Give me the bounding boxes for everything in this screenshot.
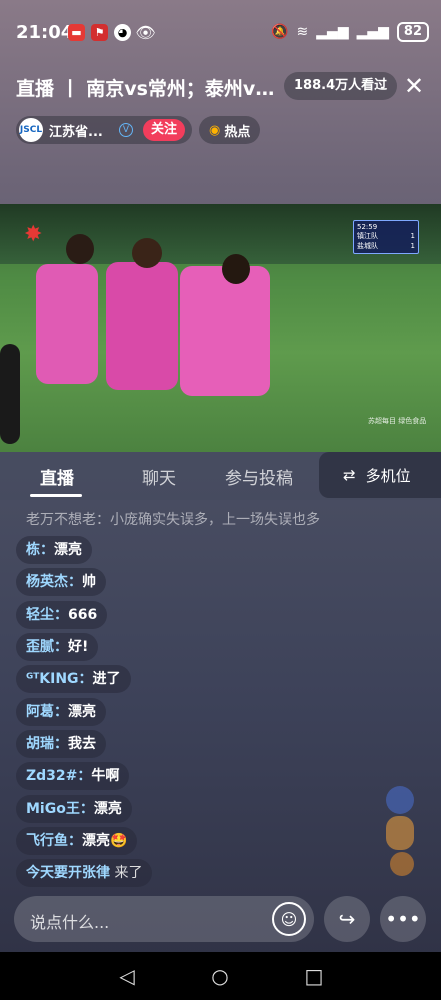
hot-topics-button[interactable]: ◉ 热点	[199, 116, 261, 144]
chat-text: 牛啊	[91, 768, 120, 784]
chat-username: 阿葛：	[26, 704, 68, 720]
channel-name: 江苏省...	[49, 124, 103, 140]
chat-username: 杨英杰：	[26, 574, 82, 590]
comment-placeholder: 说点什么...	[30, 913, 110, 932]
video-player[interactable]: ✸ 52:59 镇江队 1 盐城队 1	[0, 204, 441, 452]
player-head	[132, 238, 162, 268]
tab-live[interactable]: 直播	[40, 464, 74, 489]
player-figure	[36, 264, 98, 384]
battery-indicator: 82	[396, 22, 429, 42]
viewer-count: 188.4万人看过	[284, 72, 398, 100]
match-clock: 52:59	[357, 223, 378, 231]
share-icon[interactable]: ↪	[324, 896, 370, 942]
chat-message[interactable]: 杨英杰：帅	[16, 568, 106, 596]
system-nav-bar: ◁ ○ □	[0, 952, 441, 1000]
chat-message[interactable]: 歪腻：好!	[16, 633, 99, 661]
player-head	[66, 234, 94, 264]
chat-text: 我去	[68, 736, 96, 752]
back-icon[interactable]: ◁	[115, 964, 139, 988]
chat-message[interactable]: 轻尘：666	[16, 601, 108, 629]
sponsor-badge: 苏超每目 绿色食品	[368, 417, 427, 425]
chat-username: ᴳᵀKING：	[26, 671, 93, 687]
chat-username: MiGo王：	[26, 801, 94, 817]
mute-icon: 🔕	[271, 24, 289, 40]
chat-message[interactable]: 今天要开张律 来了	[16, 859, 153, 887]
chat-username: Zd32#：	[26, 768, 92, 784]
emoji-icon[interactable]: ☺	[272, 902, 306, 936]
chat-message[interactable]: 阿葛：漂亮	[16, 698, 106, 726]
notification-app-icon: ▬	[68, 24, 85, 41]
follow-button[interactable]: 关注	[143, 119, 186, 141]
mascot-icon	[386, 786, 414, 876]
channel-pill[interactable]: JSCL 江苏省... V 关注	[16, 116, 192, 144]
verified-icon: V	[119, 123, 133, 137]
chat-username: 栋：	[26, 542, 54, 558]
tab-submit[interactable]: 参与投稿	[225, 464, 293, 489]
chat-message[interactable]: 胡瑞：我去	[16, 730, 106, 758]
chat-message[interactable]: ᴳᵀKING：进了	[16, 665, 131, 693]
signal-icon: ▂▄▆	[316, 24, 349, 40]
chat-message[interactable]: 飞行鱼：漂亮🤩	[16, 827, 138, 855]
hot-label: 热点	[224, 124, 251, 140]
chat-faded-message: 老万不想老：小庞确实失误多，上一场失误也多	[26, 512, 320, 528]
chat-text: 漂亮	[93, 801, 122, 817]
live-title: 直播 丨 南京vs常州；泰州vs...	[16, 78, 276, 100]
score-row: 盐城队 1	[357, 241, 415, 251]
multi-camera-label: 多机位	[365, 466, 411, 485]
active-tab-underline	[30, 494, 82, 497]
comment-input[interactable]: 说点什么...	[14, 896, 314, 942]
chat-username: 今天要开张律	[26, 865, 110, 881]
chat-text: 来了	[110, 865, 143, 881]
team-name: 盐城队	[357, 242, 378, 250]
sports-app-icon: ⚑	[91, 24, 108, 41]
eye-icon: 👁	[135, 23, 156, 42]
more-icon[interactable]: •••	[380, 896, 426, 942]
signal-icon-2: ▂▄▆	[356, 24, 389, 40]
wifi-icon: ≋	[296, 24, 309, 40]
scoreboard: 52:59 镇江队 1 盐城队 1	[353, 220, 419, 254]
status-left-icons: ▬ ⚑ ◕ 👁	[68, 23, 156, 42]
camera-switch-icon: ⇄	[343, 466, 356, 484]
status-time: 21:04	[16, 22, 74, 43]
team-score: 1	[410, 242, 415, 250]
player-figure	[0, 344, 20, 444]
chat-text: 好!	[68, 639, 89, 655]
chat-text: 漂亮🤩	[82, 833, 128, 849]
team-score: 1	[410, 232, 415, 240]
home-icon[interactable]: ○	[208, 964, 232, 988]
penguin-app-icon: ◕	[114, 24, 131, 41]
team-name: 镇江队	[357, 232, 378, 240]
broadcaster-logo: ✸	[24, 222, 43, 247]
chat-message[interactable]: MiGo王：漂亮	[16, 795, 132, 823]
channel-logo: JSCL	[19, 118, 43, 142]
chat-text: 进了	[92, 671, 121, 687]
chat-message[interactable]: Zd32#：牛啊	[16, 762, 130, 790]
chat-text: 666	[68, 607, 98, 623]
chat-message[interactable]: 栋：漂亮	[16, 536, 92, 564]
chat-username: 胡瑞：	[26, 736, 68, 752]
player-figure	[106, 262, 178, 390]
status-right: 🔕 ≋ ▂▄▆ ▂▄▆ 82	[271, 22, 429, 42]
multi-camera-button[interactable]: ⇄ 多机位	[319, 452, 441, 498]
chat-username: 飞行鱼：	[26, 833, 82, 849]
score-row: 镇江队 1	[357, 231, 415, 241]
status-bar: 21:04 ▬ ⚑ ◕ 👁 🔕 ≋ ▂▄▆ ▂▄▆ 82	[0, 0, 441, 66]
chat-text: 漂亮	[68, 704, 96, 720]
chat-text: 帅	[82, 574, 96, 590]
player-head	[222, 254, 250, 284]
fire-icon: ◉	[209, 122, 221, 138]
chat-text: 漂亮	[54, 542, 82, 558]
chat-username: 轻尘：	[26, 607, 68, 623]
close-icon[interactable]: ✕	[402, 72, 426, 100]
chat-username: 歪腻：	[26, 639, 68, 655]
player-figure	[180, 266, 270, 396]
tab-chat[interactable]: 聊天	[142, 464, 176, 489]
recents-icon[interactable]: □	[302, 964, 326, 988]
